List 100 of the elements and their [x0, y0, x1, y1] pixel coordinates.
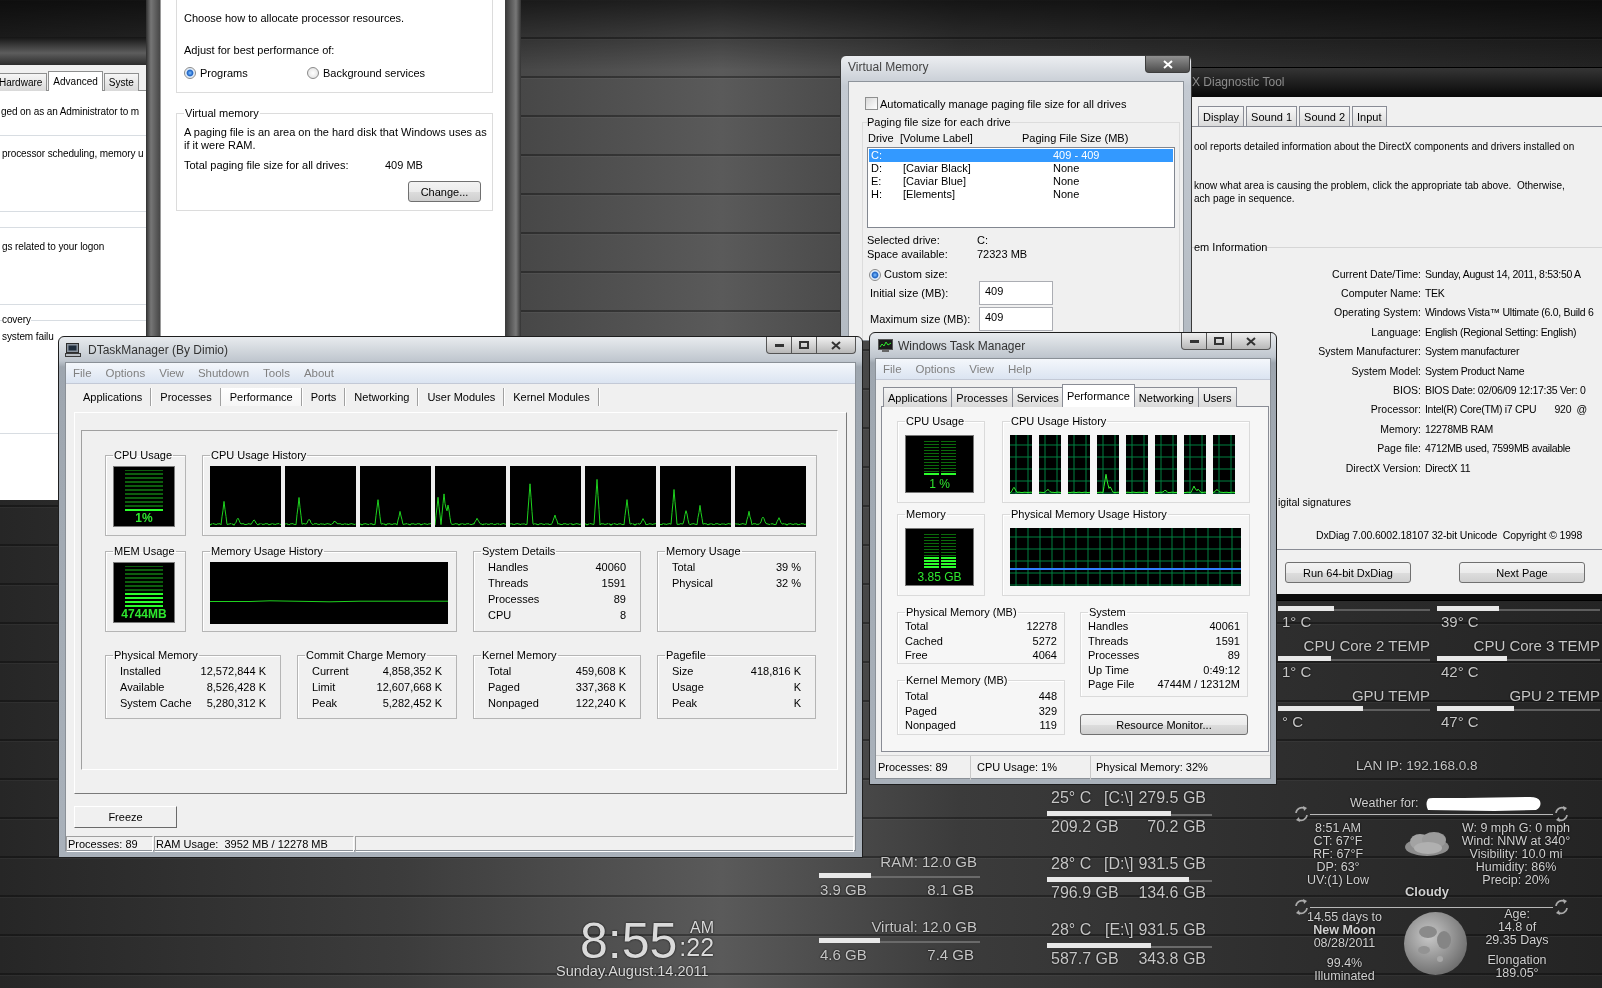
used-memory: 3.9 GB: [820, 881, 867, 899]
close-button[interactable]: [816, 337, 856, 354]
stat-label: Paged: [488, 680, 520, 695]
stat-value: 4744M / 12312M: [1157, 677, 1240, 692]
input-field[interactable]: 409: [979, 307, 1053, 331]
info-label: BIOS:: [1392, 384, 1421, 397]
menu-item[interactable]: Shutdown: [190, 367, 257, 379]
temperature-reading: 1° C: [1281, 663, 1313, 681]
weather-detail: Visibility: 10.0 mi: [1469, 848, 1563, 861]
column-header: Drive: [868, 132, 895, 145]
option-text: igital signatures: [1278, 496, 1352, 510]
checkbox-label: Automatically manage paging file size for all drives: [880, 97, 1127, 110]
tab[interactable]: Processes: [151, 388, 221, 406]
close-icon: [1162, 59, 1173, 69]
cpu-history-graph: [285, 466, 356, 527]
refresh-icon[interactable]: [1293, 804, 1310, 824]
moon-cycle: 29.35 Days: [1485, 934, 1549, 947]
radio-button[interactable]: [307, 67, 319, 79]
tab[interactable]: Networking: [345, 388, 419, 406]
maximize-icon: [1214, 337, 1224, 345]
tab[interactable]: Users: [1197, 387, 1237, 407]
stat-value: 1591: [1215, 633, 1240, 648]
radio-label: Programs: [200, 67, 248, 79]
menu-item[interactable]: Options: [908, 363, 963, 375]
notice-text: ged on as an Administrator to m: [1, 106, 141, 118]
close-button[interactable]: [1145, 56, 1190, 73]
menu-item[interactable]: View: [962, 363, 1001, 375]
tab[interactable]: Processes: [951, 387, 1013, 407]
radio-button[interactable]: [869, 268, 881, 281]
checkbox[interactable]: [865, 97, 878, 110]
minimize-icon: [774, 343, 784, 347]
cpu-history-graph: [1010, 435, 1032, 494]
radio-label: Background services: [323, 67, 426, 79]
list-row[interactable]: H: [Elements] None: [869, 188, 1173, 201]
input-field[interactable]: 409: [979, 281, 1053, 305]
tab[interactable]: Advanced: [48, 71, 103, 91]
group-title: CPU Usage History: [1010, 415, 1108, 428]
maximize-button[interactable]: [1206, 333, 1232, 350]
info-value: System Product Name: [1425, 364, 1526, 377]
change-button[interactable]: Change...: [408, 181, 481, 202]
cpu-history-graph: [1155, 435, 1177, 494]
freeze-button[interactable]: Freeze: [74, 806, 177, 828]
meter-reading: 1%: [134, 511, 154, 525]
dialog-button[interactable]: Run 64-bit DxDiag: [1285, 562, 1411, 583]
moon-age: 14.8 of: [1497, 921, 1537, 934]
tab[interactable]: Applications: [74, 388, 152, 406]
stat-label: Limit: [312, 680, 336, 695]
drive-capacity: 931.5 GB: [1138, 855, 1206, 873]
tab[interactable]: Ports: [301, 388, 346, 406]
dialog-button[interactable]: Next Page: [1459, 562, 1585, 583]
used-space: 796.9 GB: [1051, 884, 1119, 902]
info-label: Memory:: [1379, 422, 1421, 435]
refresh-icon[interactable]: [1293, 897, 1310, 917]
minimize-button[interactable]: [1181, 333, 1207, 350]
group-title: Virtual memory: [184, 107, 260, 120]
drive-letter: D:: [871, 162, 883, 175]
tab[interactable]: Input: [1352, 106, 1387, 126]
status-text: CPU Usage: 1%: [971, 756, 1091, 780]
detail-label: Space available:: [867, 247, 949, 261]
tab[interactable]: Kernel Modules: [504, 388, 599, 406]
clock-time: 8:55: [580, 916, 678, 966]
list-row[interactable]: D: [Caviar Black] None: [869, 162, 1173, 175]
stat-value: 0:49:12: [1203, 662, 1240, 677]
cpu-history-graph: [660, 466, 731, 527]
weather-condition: Cloudy: [1404, 885, 1450, 898]
moon-icon: [1404, 912, 1467, 975]
menu-item[interactable]: Options: [98, 367, 153, 379]
tab[interactable]: Syste: [103, 73, 139, 91]
resource-monitor-button[interactable]: Resource Monitor...: [1080, 714, 1248, 735]
tab[interactable]: Performance: [1061, 384, 1135, 407]
menu-item[interactable]: View: [152, 367, 191, 379]
used-space: 209.2 GB: [1051, 818, 1119, 836]
tab[interactable]: User Modules: [418, 388, 505, 406]
used-memory: 4.6 GB: [820, 946, 867, 964]
refresh-icon[interactable]: [1553, 897, 1570, 917]
drive-letter: [E:\]: [1104, 921, 1134, 939]
info-label: Processor:: [1369, 403, 1421, 416]
free-memory: 8.1 GB: [927, 881, 974, 899]
refresh-icon[interactable]: [1553, 804, 1570, 824]
tab[interactable]: Hardware: [0, 73, 48, 91]
tab[interactable]: Sound 2: [1299, 106, 1351, 126]
tab[interactable]: Services: [1011, 387, 1064, 407]
computer-icon: [65, 342, 81, 357]
tab[interactable]: Applications: [883, 387, 953, 407]
minimize-button[interactable]: [766, 337, 792, 354]
maximize-button[interactable]: [791, 337, 817, 354]
stat-value: 5,280,312 K: [206, 696, 266, 711]
tab[interactable]: Performance: [220, 388, 302, 406]
radio-button[interactable]: [184, 67, 196, 79]
tab[interactable]: Sound 1: [1246, 106, 1298, 126]
close-button[interactable]: [1231, 333, 1271, 350]
tab[interactable]: Display: [1198, 106, 1245, 126]
stat-value: 32 %: [775, 576, 801, 591]
stat-label: Threads: [1088, 633, 1129, 648]
list-row[interactable]: E: [Caviar Blue] None: [869, 175, 1173, 188]
tab[interactable]: Networking: [1133, 387, 1199, 407]
cpu-history-graph: [1097, 435, 1119, 494]
menu-item[interactable]: About: [296, 367, 341, 379]
stat-label: Size: [672, 664, 694, 679]
stat-label: Physical: [672, 576, 713, 591]
